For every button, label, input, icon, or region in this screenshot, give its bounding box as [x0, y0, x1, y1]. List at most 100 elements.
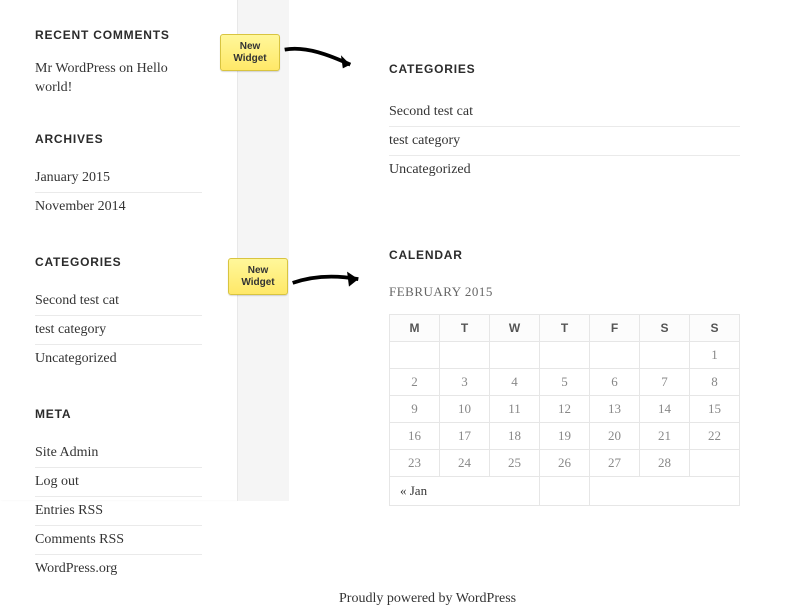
calendar-day[interactable] — [590, 342, 640, 369]
category-item[interactable]: Second test cat — [389, 98, 740, 127]
meta-item[interactable]: Entries RSS — [35, 497, 202, 526]
calendar-day[interactable] — [690, 450, 740, 477]
calendar-day[interactable]: 2 — [390, 369, 440, 396]
widget-categories-left: CATEGORIES Second test cat test category… — [35, 255, 202, 373]
calendar-day[interactable]: 15 — [690, 396, 740, 423]
widget-archives: ARCHIVES January 2015 November 2014 — [35, 132, 202, 221]
callout-new-widget-1: New Widget — [220, 34, 280, 71]
calendar-day[interactable]: 26 — [540, 450, 590, 477]
category-item[interactable]: test category — [389, 127, 740, 156]
calendar-day[interactable]: 3 — [440, 369, 490, 396]
calendar-day[interactable] — [490, 342, 540, 369]
meta-link[interactable]: Site Admin — [35, 445, 98, 460]
calendar-prev[interactable]: « Jan — [390, 477, 540, 506]
calendar-day[interactable] — [640, 342, 690, 369]
widget-calendar: CALENDAR FEBRUARY 2015 M T W T F S S — [389, 248, 740, 506]
category-link[interactable]: Second test cat — [35, 293, 119, 308]
calendar-dow: F — [590, 315, 640, 342]
calendar-day[interactable]: 23 — [390, 450, 440, 477]
calendar-day[interactable] — [390, 342, 440, 369]
widget-meta: META Site Admin Log out Entries RSS Comm… — [35, 407, 202, 583]
category-item[interactable]: Uncategorized — [35, 345, 202, 373]
calendar-prev-link[interactable]: « Jan — [400, 483, 427, 498]
calendar-day[interactable]: 13 — [590, 396, 640, 423]
meta-link[interactable]: Entries RSS — [35, 503, 103, 518]
meta-item[interactable]: WordPress.org — [35, 555, 202, 583]
calendar-day[interactable]: 9 — [390, 396, 440, 423]
comment-on-text: on — [116, 61, 137, 76]
calendar-day[interactable]: 6 — [590, 369, 640, 396]
archives-heading: ARCHIVES — [35, 132, 202, 146]
divider-band — [237, 0, 289, 501]
callout-new-widget-2: New Widget — [228, 258, 288, 295]
calendar-day[interactable]: 21 — [640, 423, 690, 450]
archive-item[interactable]: January 2015 — [35, 164, 202, 193]
calendar-day[interactable]: 19 — [540, 423, 590, 450]
archive-item[interactable]: November 2014 — [35, 193, 202, 221]
meta-link[interactable]: Log out — [35, 474, 79, 489]
widget-categories-right: CATEGORIES Second test cat test category… — [389, 62, 740, 184]
recent-comments-heading: RECENT COMMENTS — [35, 28, 202, 42]
comment-author-link[interactable]: Mr WordPress — [35, 61, 116, 76]
calendar-day[interactable]: 28 — [640, 450, 690, 477]
category-link[interactable]: Uncategorized — [389, 162, 471, 177]
recent-comment-item: Mr WordPress on Hello world! — [35, 60, 202, 98]
calendar-dow: T — [440, 315, 490, 342]
arrow-icon — [280, 44, 370, 74]
calendar-day[interactable]: 4 — [490, 369, 540, 396]
category-item[interactable]: Uncategorized — [389, 156, 740, 184]
calendar-day[interactable]: 10 — [440, 396, 490, 423]
archive-link[interactable]: November 2014 — [35, 199, 126, 214]
calendar-day[interactable]: 20 — [590, 423, 640, 450]
calendar-day[interactable]: 1 — [690, 342, 740, 369]
meta-link[interactable]: Comments RSS — [35, 532, 124, 547]
calendar-day[interactable]: 24 — [440, 450, 490, 477]
meta-item[interactable]: Site Admin — [35, 439, 202, 468]
calendar-day[interactable]: 18 — [490, 423, 540, 450]
calendar-foot-pad — [540, 477, 590, 506]
category-item[interactable]: Second test cat — [35, 287, 202, 316]
widget-recent-comments: RECENT COMMENTS Mr WordPress on Hello wo… — [35, 28, 202, 98]
calendar-day[interactable]: 11 — [490, 396, 540, 423]
category-item[interactable]: test category — [35, 316, 202, 345]
footer-link[interactable]: Proudly powered by WordPress — [339, 591, 516, 606]
calendar-next — [590, 477, 740, 506]
left-sidebar: RECENT COMMENTS Mr WordPress on Hello wo… — [0, 0, 237, 500]
category-link[interactable]: test category — [35, 322, 106, 337]
calendar-dow: M — [390, 315, 440, 342]
categories-list-right: Second test cat test category Uncategori… — [389, 98, 740, 184]
calendar-day[interactable]: 22 — [690, 423, 740, 450]
archives-list: January 2015 November 2014 — [35, 164, 202, 221]
calendar-day[interactable]: 12 — [540, 396, 590, 423]
arrow-icon — [288, 266, 378, 296]
calendar-month: FEBRUARY 2015 — [389, 284, 740, 300]
calendar-day[interactable] — [440, 342, 490, 369]
categories-heading-right: CATEGORIES — [389, 62, 740, 76]
calendar-heading: CALENDAR — [389, 248, 740, 262]
footer: Proudly powered by WordPress — [289, 591, 800, 607]
calendar-day[interactable]: 25 — [490, 450, 540, 477]
calendar-table: M T W T F S S 1 — [389, 314, 740, 506]
calendar-day[interactable]: 7 — [640, 369, 690, 396]
meta-heading: META — [35, 407, 202, 421]
calendar-day[interactable]: 8 — [690, 369, 740, 396]
category-link[interactable]: Second test cat — [389, 104, 473, 119]
categories-heading-left: CATEGORIES — [35, 255, 202, 269]
calendar-day[interactable]: 27 — [590, 450, 640, 477]
archive-link[interactable]: January 2015 — [35, 170, 110, 185]
calendar-body: 1 2 3 4 5 6 7 8 9 10 11 12 13 14 — [390, 342, 740, 477]
category-link[interactable]: Uncategorized — [35, 351, 117, 366]
calendar-day[interactable]: 14 — [640, 396, 690, 423]
meta-item[interactable]: Comments RSS — [35, 526, 202, 555]
category-link[interactable]: test category — [389, 133, 460, 148]
calendar-day[interactable]: 5 — [540, 369, 590, 396]
calendar-dow: S — [640, 315, 690, 342]
categories-list-left: Second test cat test category Uncategori… — [35, 287, 202, 373]
calendar-dow: S — [690, 315, 740, 342]
meta-item[interactable]: Log out — [35, 468, 202, 497]
calendar-day[interactable] — [540, 342, 590, 369]
calendar-day[interactable]: 16 — [390, 423, 440, 450]
calendar-day[interactable]: 17 — [440, 423, 490, 450]
meta-link[interactable]: WordPress.org — [35, 561, 117, 576]
calendar-dow: T — [540, 315, 590, 342]
